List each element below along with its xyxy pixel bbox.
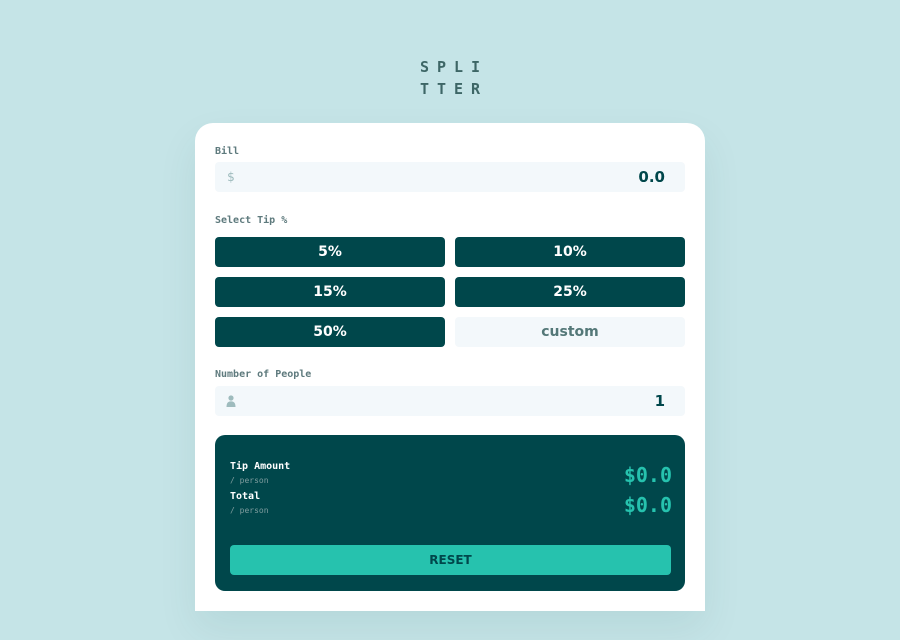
people-input[interactable]: 1: [215, 386, 685, 416]
bill-label: Bill: [215, 146, 240, 157]
tip-button-50[interactable]: 50%: [215, 317, 445, 347]
tip-amount-sub: / person: [230, 476, 269, 485]
total-row: Total / person $0.0: [230, 491, 672, 519]
total-value: $0.0: [623, 493, 672, 517]
custom-tip-input[interactable]: custom: [455, 317, 685, 347]
tip-amount-row: Tip Amount / person $0.0: [230, 461, 672, 489]
tip-button-25[interactable]: 25%: [455, 277, 685, 307]
bill-input[interactable]: $ 0.0: [215, 162, 685, 192]
tip-button-15[interactable]: 15%: [215, 277, 445, 307]
reset-button[interactable]: RESET: [230, 545, 671, 575]
total-sub: / person: [230, 506, 269, 515]
select-tip-label: Select Tip %: [215, 215, 288, 226]
app-logo: SPLI TTER: [0, 56, 900, 100]
calculator-card: Bill $ 0.0 Select Tip % 5% 10% 15% 25% 5…: [195, 123, 705, 611]
bill-value: 0.0: [638, 168, 665, 186]
tip-options: 5% 10% 15% 25% 50% custom: [215, 237, 685, 347]
tip-amount-value: $0.0: [623, 463, 672, 487]
result-panel: Tip Amount / person $0.0 Total / person …: [215, 435, 685, 591]
person-icon: [225, 393, 237, 409]
people-label: Number of People: [215, 369, 312, 380]
logo-line-2: TTER: [419, 80, 489, 98]
tip-button-5[interactable]: 5%: [215, 237, 445, 267]
logo-line-1: SPLI: [419, 58, 489, 76]
people-value: 1: [654, 392, 665, 410]
tip-button-10[interactable]: 10%: [455, 237, 685, 267]
dollar-icon: $: [227, 170, 235, 184]
tip-amount-title: Tip Amount: [230, 461, 291, 472]
total-title: Total: [230, 491, 261, 502]
